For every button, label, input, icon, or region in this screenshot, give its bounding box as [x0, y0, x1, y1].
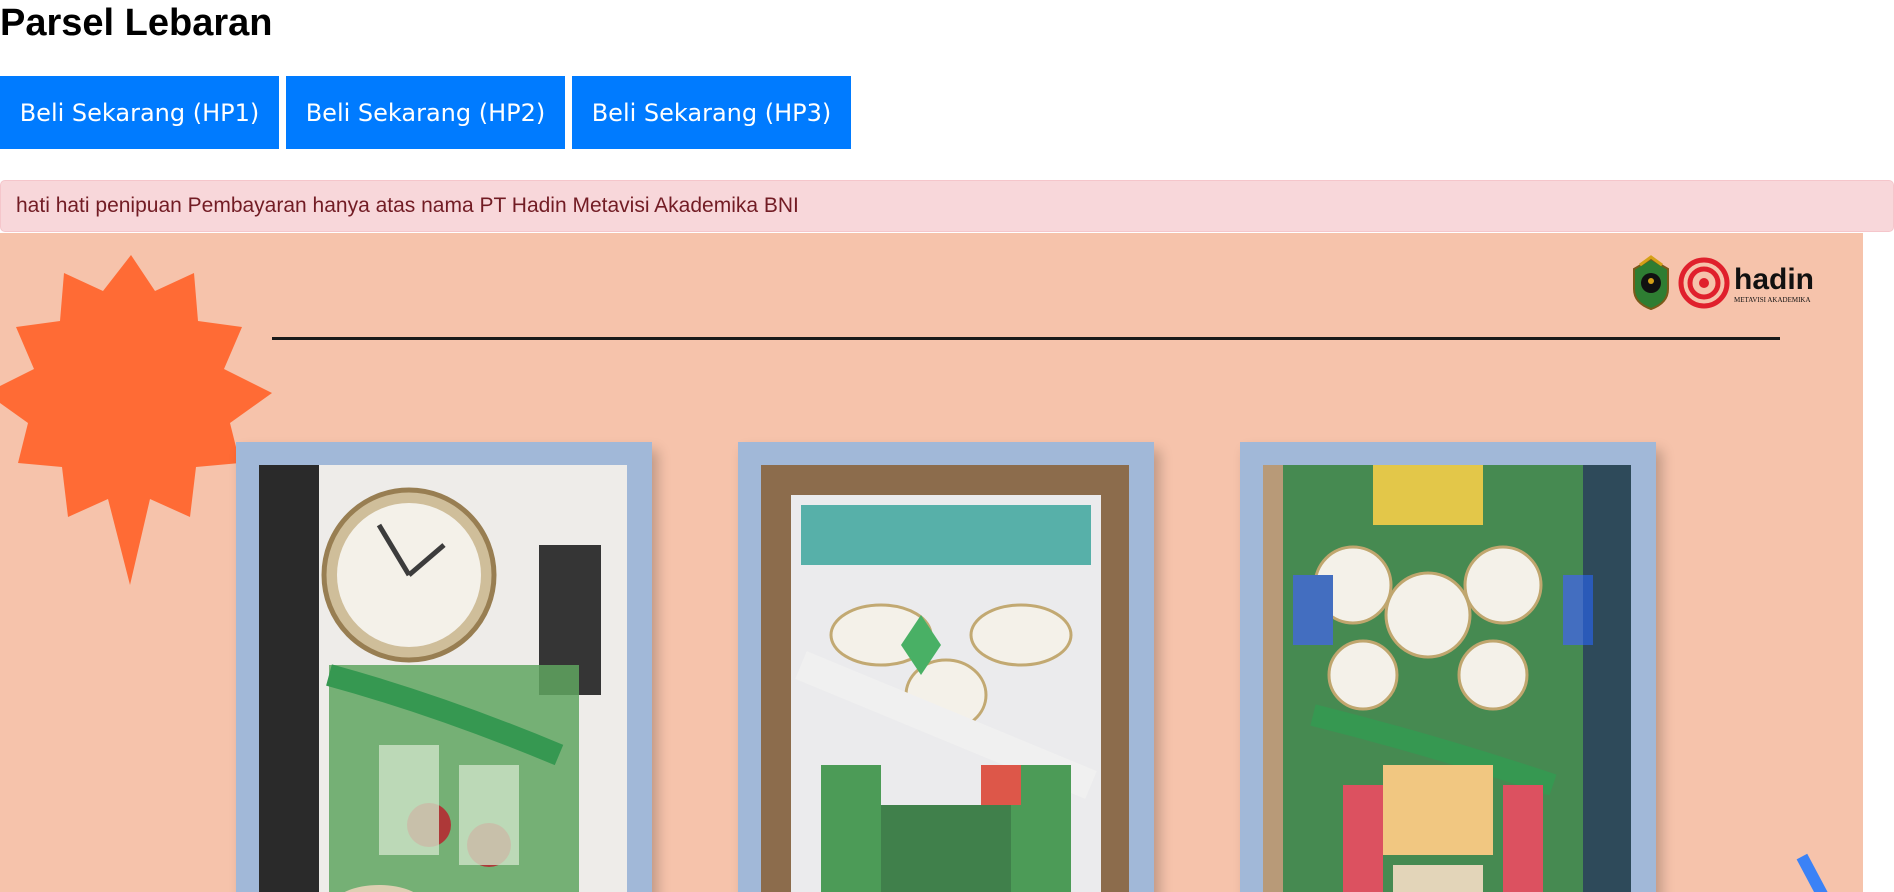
- banner-divider-line: [272, 337, 1780, 340]
- banner-logos: hadin METAVISI AKADEMIKA: [1628, 253, 1818, 313]
- parcel-photo-1: [259, 465, 627, 892]
- university-emblem-icon: [1633, 255, 1669, 311]
- parcel-photo-2: [761, 465, 1129, 892]
- buy-now-hp3-button[interactable]: Beli Sekarang (HP3): [572, 76, 851, 149]
- buy-now-hp2-button[interactable]: Beli Sekarang (HP2): [286, 76, 565, 149]
- parcel-photo-3: [1263, 465, 1631, 892]
- parcel-frame-3[interactable]: [1240, 442, 1656, 892]
- parcel-frame-2[interactable]: [738, 442, 1154, 892]
- parcel-frame-1[interactable]: [236, 442, 652, 892]
- product-banner: hadin METAVISI AKADEMIKA: [0, 233, 1863, 892]
- buy-now-hp1-button[interactable]: Beli Sekarang (HP1): [0, 76, 279, 149]
- hadin-logo-icon: [1678, 257, 1730, 309]
- fraud-warning-alert: hati hati penipuan Pembayaran hanya atas…: [0, 180, 1894, 232]
- page-title: Parsel Lebaran: [0, 2, 273, 44]
- hadin-logo-subtitle: METAVISI AKADEMIKA: [1734, 296, 1811, 304]
- hadin-logo-text: hadin: [1734, 263, 1814, 296]
- accent-stripe-decoration: [1796, 853, 1836, 892]
- buy-button-row: Beli Sekarang (HP1) Beli Sekarang (HP2) …: [0, 76, 851, 149]
